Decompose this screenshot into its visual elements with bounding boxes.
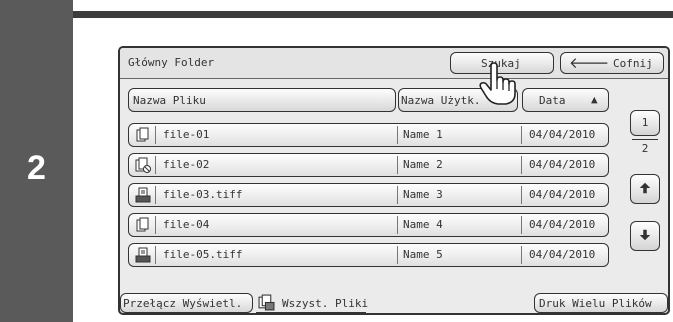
- batch-print-button[interactable]: Druk Wielu Plików: [534, 293, 668, 313]
- back-arrow-icon: 🡐: [569, 54, 610, 72]
- file-name: file-03.tiff: [163, 188, 243, 201]
- switch-view-button[interactable]: Przełącz Wyświetl.: [120, 293, 253, 313]
- sort-ascending-icon: ▲: [591, 93, 598, 106]
- document-filing-panel: Główny Folder Szukaj 🡐 Cofnij Nazwa Plik…: [118, 46, 670, 315]
- page-number-button[interactable]: 1: [630, 110, 660, 136]
- column-header-date[interactable]: Data ▲: [522, 88, 609, 112]
- title-bar: Główny Folder Szukaj 🡐 Cofnij: [120, 48, 668, 79]
- step-number: 2: [27, 149, 46, 187]
- file-date: 04/04/2010: [529, 128, 596, 141]
- bottom-bar: Przełącz Wyświetl. Wszyst. Pliki Druk Wi…: [120, 293, 668, 313]
- pointing-hand-icon: [479, 62, 516, 105]
- scroll-down-button[interactable]: [630, 221, 660, 251]
- column-header-date-label: Data: [539, 94, 566, 107]
- switch-view-label: Przełącz Wyświetl.: [123, 297, 243, 310]
- scanner-document-icon: [135, 187, 151, 203]
- file-row[interactable]: file-03.tiff Name 3 04/04/2010: [128, 183, 609, 207]
- file-name: file-05.tiff: [163, 248, 243, 261]
- file-user: Name 5: [403, 248, 443, 261]
- step-sidebar: 2: [0, 0, 73, 322]
- all-files-icon: [258, 294, 275, 311]
- file-name: file-01: [163, 128, 210, 141]
- total-pages: 2: [641, 142, 649, 155]
- copy-document-prohibited-icon: [135, 157, 151, 173]
- file-row[interactable]: file-05.tiff Name 5 04/04/2010: [128, 243, 609, 267]
- file-user: Name 1: [403, 128, 443, 141]
- file-user: Name 4: [403, 218, 443, 231]
- batch-print-label: Druk Wielu Plików: [539, 297, 652, 310]
- copy-document-icon: [136, 217, 149, 232]
- all-files-underline: [256, 312, 366, 313]
- file-user: Name 2: [403, 158, 443, 171]
- file-date: 04/04/2010: [529, 218, 596, 231]
- file-name: file-02: [163, 158, 210, 171]
- folder-title: Główny Folder: [128, 56, 215, 69]
- column-header-file-name[interactable]: Nazwa Pliku: [128, 88, 396, 112]
- scanner-document-icon: [135, 247, 151, 263]
- file-row[interactable]: file-02 Name 2 04/04/2010: [128, 153, 609, 177]
- copy-document-icon: [136, 127, 149, 142]
- file-date: 04/04/2010: [529, 248, 596, 261]
- header-rule: [73, 11, 673, 18]
- page-divider: [632, 139, 658, 140]
- back-button-label: Cofnij: [613, 57, 653, 70]
- all-files-label[interactable]: Wszyst. Pliki: [282, 297, 368, 310]
- file-row[interactable]: file-01 Name 1 04/04/2010: [128, 123, 609, 147]
- file-date: 04/04/2010: [529, 158, 596, 171]
- file-name: file-04: [163, 218, 210, 231]
- file-user: Name 3: [403, 188, 443, 201]
- column-header-user-name-label: Nazwa Użytk.: [401, 94, 481, 107]
- arrow-up-icon: [639, 182, 651, 194]
- column-header-file-name-label: Nazwa Pliku: [133, 94, 206, 107]
- back-button[interactable]: 🡐 Cofnij: [560, 52, 664, 74]
- arrow-down-icon: [639, 229, 651, 241]
- scroll-up-button[interactable]: [630, 174, 660, 204]
- current-page: 1: [641, 116, 649, 129]
- file-date: 04/04/2010: [529, 188, 596, 201]
- file-row[interactable]: file-04 Name 4 04/04/2010: [128, 213, 609, 237]
